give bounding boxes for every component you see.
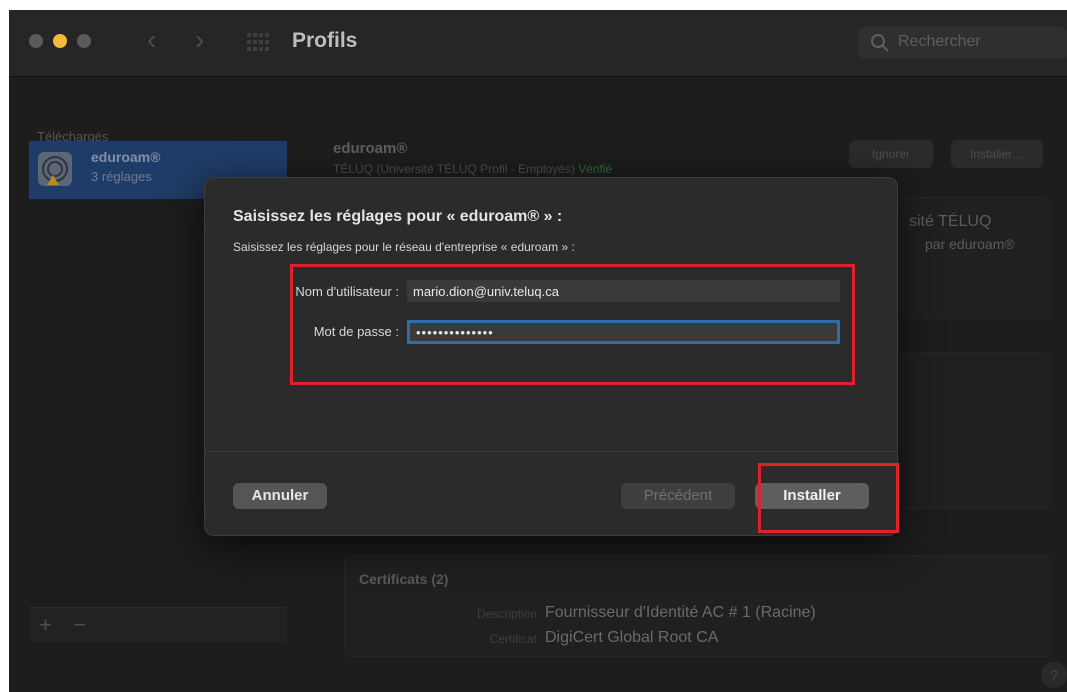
search-icon [871,34,889,52]
dialog-subtitle: Saisissez les réglages pour le réseau d'… [233,240,575,254]
previous-button[interactable]: Précédent [621,483,735,509]
verified-badge: Vérifié [578,162,613,176]
dialog-divider [205,451,897,452]
profile-info-line2: par eduroam® [925,236,1015,252]
profile-organization: TÉLUQ (Université TÉLUQ Profil - Employé… [333,162,575,176]
highlight-install-box [758,463,899,533]
add-profile-button[interactable]: + [39,612,52,638]
close-window-button[interactable] [29,34,43,48]
highlight-credentials-box [290,264,855,385]
search-placeholder: Rechercher [898,33,981,50]
help-button[interactable]: ? [1041,662,1067,688]
remove-profile-button[interactable]: − [73,612,86,638]
window-title: Profils [292,29,358,52]
zoom-window-button[interactable] [77,34,91,48]
cert-certificate-label: Certificat [489,632,537,646]
sidebar-footer: + − [29,607,287,642]
minimize-window-button[interactable] [53,34,67,48]
profile-subtitle: TÉLUQ (Université TÉLUQ Profil - Employé… [333,162,612,176]
cancel-button[interactable]: Annuler [233,483,327,509]
profile-badge-icon [38,152,72,186]
certificates-box: Certificats (2) Description Fournisseur … [344,555,1051,657]
profile-info-line1: sité TÉLUQ [909,213,992,230]
dialog-title: Saisissez les réglages pour « eduroam® »… [233,208,563,225]
grid-icon[interactable] [247,33,269,51]
back-icon[interactable]: ‹ [147,26,156,54]
sidebar-item-subtitle: 3 réglages [91,169,152,184]
install-profile-button[interactable]: Installer… [951,140,1043,168]
title-bar: ‹ › Profils Rechercher [9,10,1067,77]
profile-name: eduroam® [333,140,408,157]
certificates-title: Certificats (2) [359,571,449,587]
profile-settings-box [894,352,1051,509]
sidebar-item-label: eduroam® [91,149,161,165]
cert-description-value: Fournisseur d'Identité AC # 1 (Racine) [545,604,816,621]
forward-icon[interactable]: › [195,26,204,54]
ignore-button[interactable]: Ignorer [849,140,933,168]
cert-description-label: Description [476,607,537,621]
cert-certificate-value: DigiCert Global Root CA [545,629,719,646]
search-field[interactable]: Rechercher [858,27,1067,59]
